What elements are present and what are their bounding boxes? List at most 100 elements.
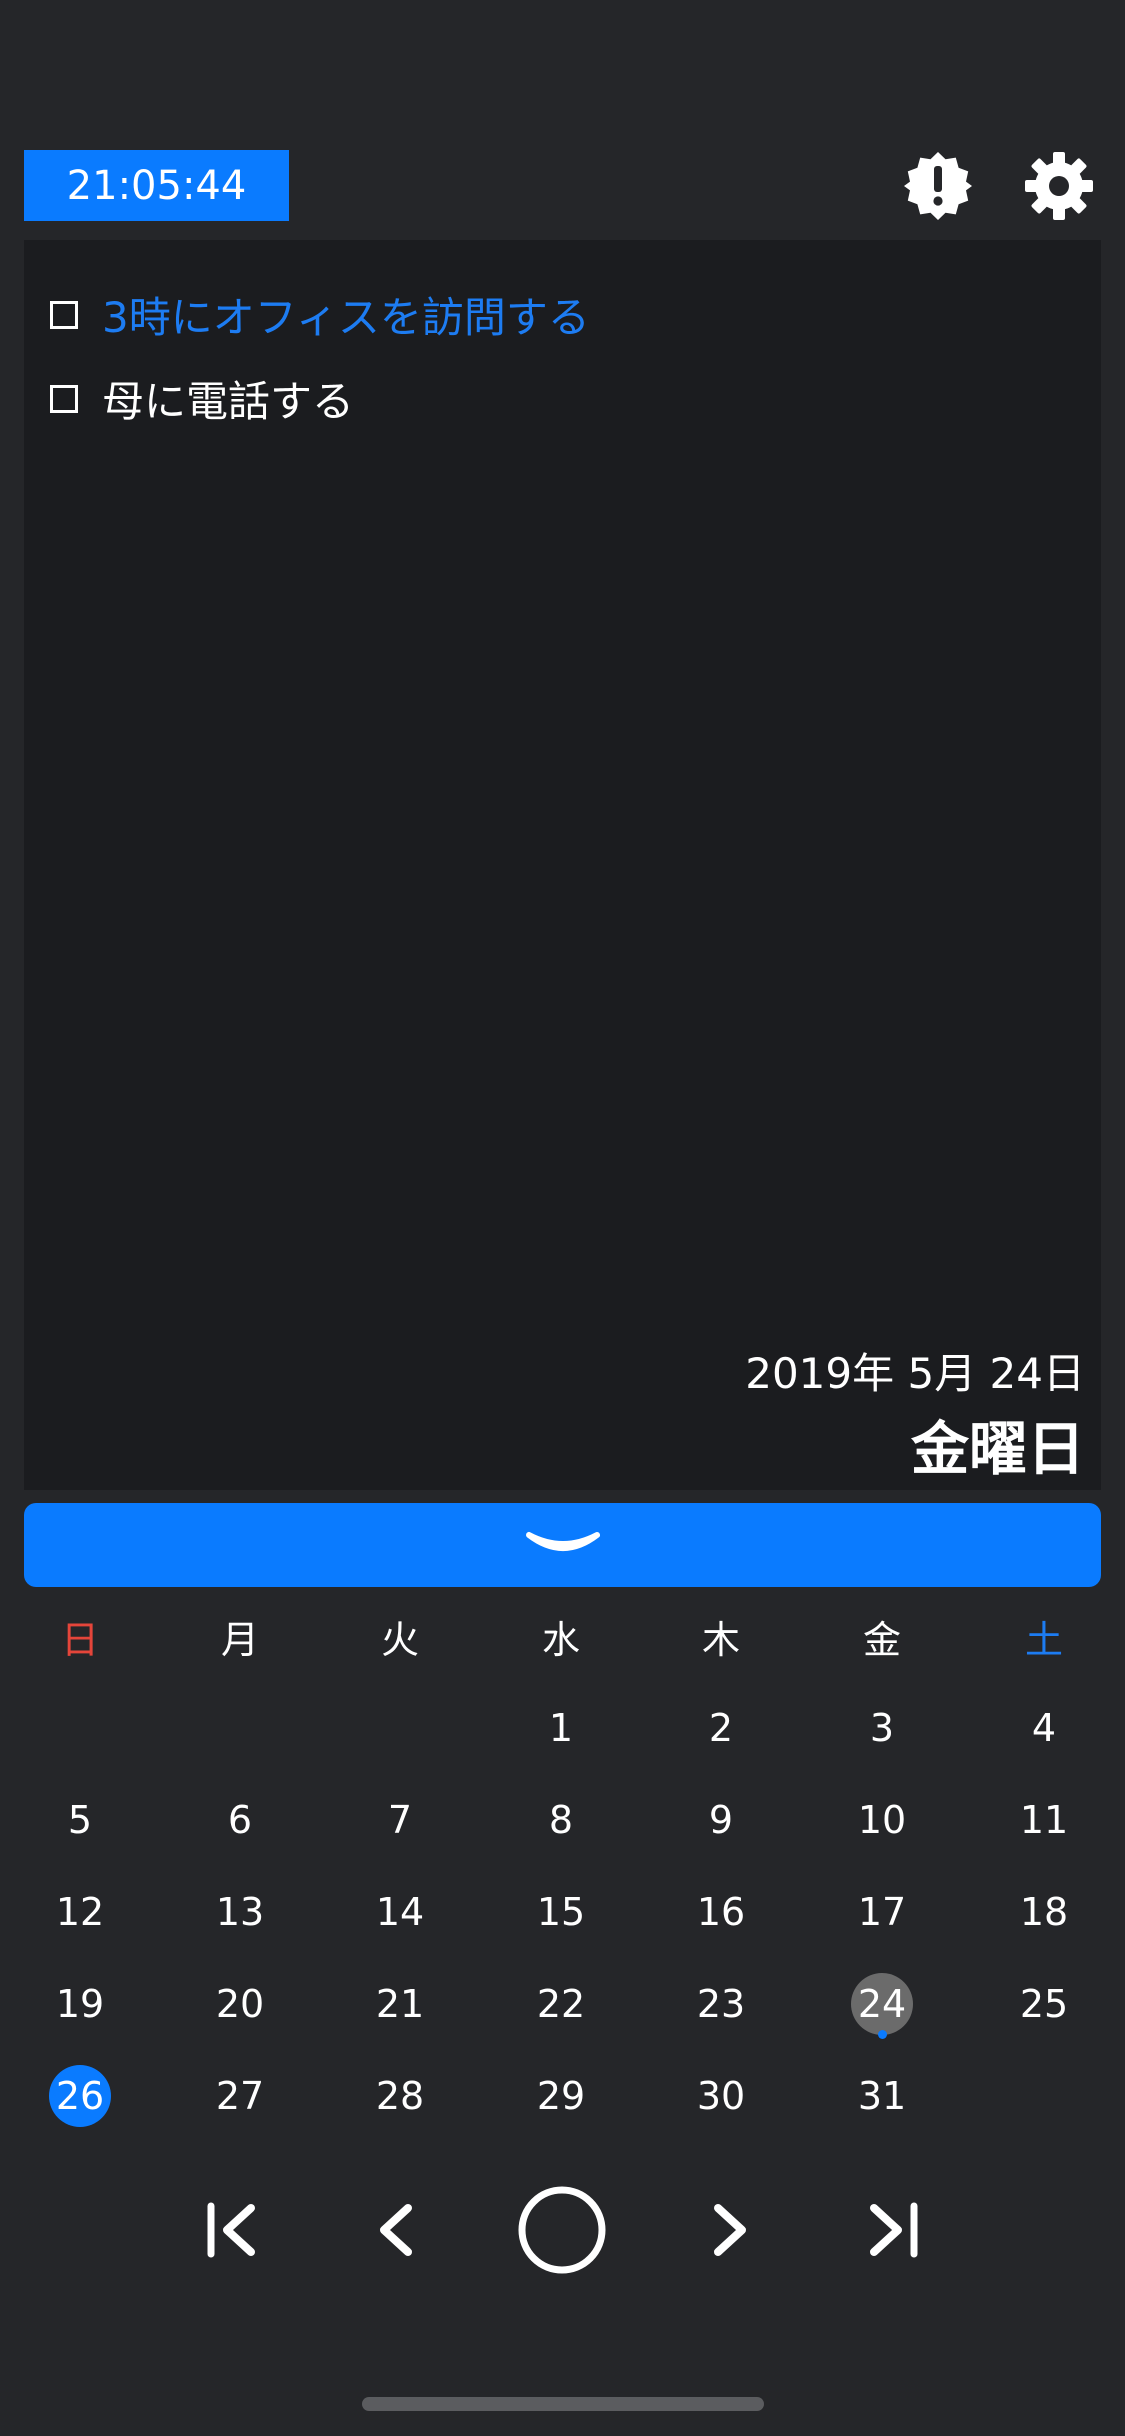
prev-month-button[interactable] [348, 2180, 448, 2280]
day-number: 17 [857, 1890, 907, 1934]
selected-weekday: 金曜日 [910, 1415, 1085, 1483]
first-month-button[interactable] [183, 2180, 283, 2280]
calendar-day[interactable]: 10 [802, 1780, 962, 1860]
calendar-day[interactable]: 30 [641, 2056, 801, 2136]
calendar-day[interactable]: 17 [802, 1872, 962, 1952]
calendar-day[interactable]: 3 [802, 1688, 962, 1768]
day-number: 21 [375, 1982, 425, 2026]
weekday-wed: 水 [541, 1617, 580, 1662]
day-number: 15 [536, 1890, 586, 1934]
calendar-day[interactable]: 6 [160, 1780, 320, 1860]
calendar-week: 26 27 28 29 30 31 [0, 2056, 1125, 2136]
day-number: 20 [215, 1982, 265, 2026]
day-number: 11 [1019, 1798, 1069, 1842]
calendar-day[interactable]: 9 [641, 1780, 801, 1860]
todo-checkbox[interactable] [50, 384, 78, 413]
day-number: 7 [387, 1798, 413, 1842]
calendar-day[interactable]: 16 [641, 1872, 801, 1952]
calendar-day[interactable]: 8 [481, 1780, 641, 1860]
todo-item[interactable]: 3時にオフィスを訪問する [50, 284, 590, 345]
day-number: 5 [67, 1798, 93, 1842]
alert-badge-icon[interactable] [900, 148, 976, 224]
day-number: 27 [215, 2074, 265, 2118]
calendar-day[interactable]: 14 [320, 1872, 480, 1952]
todo-item[interactable]: 母に電話する [50, 368, 354, 429]
clock-display: 21:05:44 [24, 150, 289, 221]
day-number: 2 [708, 1706, 734, 1750]
event-dot [878, 2030, 887, 2039]
day-number: 12 [55, 1890, 105, 1934]
todo-text: 母に電話する [102, 377, 355, 426]
gear-icon[interactable] [1021, 148, 1097, 224]
weekday-thu: 木 [701, 1617, 740, 1662]
circle-today-icon [518, 2186, 606, 2274]
chevron-left-icon [380, 2204, 412, 2256]
calendar-day-selected[interactable]: 24 [802, 1964, 962, 2044]
calendar-day[interactable]: 21 [320, 1964, 480, 2044]
day-number: 1 [548, 1706, 574, 1750]
calendar-day-today[interactable]: 26 [0, 2056, 160, 2136]
last-month-button[interactable] [842, 2180, 942, 2280]
calendar-day[interactable]: 20 [160, 1964, 320, 2044]
calendar-day[interactable]: 12 [0, 1872, 160, 1952]
day-number: 31 [857, 2074, 907, 2118]
selected-date: 2019年 5月 24日 [745, 1349, 1085, 1398]
calendar-day[interactable]: 15 [481, 1872, 641, 1952]
day-number: 4 [1031, 1706, 1057, 1750]
day-number: 16 [696, 1890, 746, 1934]
calendar-day [160, 1688, 320, 1768]
calendar-day[interactable]: 29 [481, 2056, 641, 2136]
calendar-day [0, 1688, 160, 1768]
calendar-day[interactable]: 2 [641, 1688, 801, 1768]
day-number: 13 [215, 1890, 265, 1934]
calendar-day[interactable]: 5 [0, 1780, 160, 1860]
weekday-sun: 日 [60, 1617, 99, 1662]
calendar-day[interactable]: 13 [160, 1872, 320, 1952]
day-number: 23 [696, 1982, 746, 2026]
calendar-week: 12 13 14 15 16 17 18 [0, 1872, 1125, 1952]
chevron-down-icon [525, 1532, 600, 1551]
memo-panel[interactable]: 3時にオフィスを訪問する 母に電話する 2019年 5月 24日 金曜日 [24, 240, 1101, 1490]
calendar-week: 5 6 7 8 9 10 11 [0, 1780, 1125, 1860]
skip-to-last-icon [870, 2202, 918, 2258]
calendar-day[interactable]: 31 [802, 2056, 962, 2136]
calendar-week: 1 2 3 4 [0, 1688, 1125, 1768]
day-number: 9 [708, 1798, 734, 1842]
calendar-day [964, 2056, 1124, 2136]
today-button[interactable] [512, 2180, 612, 2280]
day-number: 18 [1019, 1890, 1069, 1934]
weekday-mon: 月 [220, 1617, 259, 1662]
calendar-day[interactable]: 28 [320, 2056, 480, 2136]
calendar-day[interactable]: 18 [964, 1872, 1124, 1952]
calendar-day [320, 1688, 480, 1768]
day-number: 6 [227, 1798, 253, 1842]
home-indicator[interactable] [362, 2397, 764, 2411]
weekday-sat: 土 [1024, 1617, 1063, 1662]
calendar-day[interactable]: 4 [964, 1688, 1124, 1768]
calendar-week: 19 20 21 22 23 24 25 [0, 1964, 1125, 2044]
calendar-day[interactable]: 19 [0, 1964, 160, 2044]
calendar-day[interactable]: 27 [160, 2056, 320, 2136]
day-number: 10 [857, 1798, 907, 1842]
calendar-weekday-header: 日 月 火 水 木 金 土 [0, 1596, 1125, 1676]
day-number: 14 [375, 1890, 425, 1934]
calendar-day[interactable]: 11 [964, 1780, 1124, 1860]
calendar-day[interactable]: 7 [320, 1780, 480, 1860]
calendar-day[interactable]: 1 [481, 1688, 641, 1768]
skip-to-first-icon [207, 2202, 255, 2258]
day-number: 25 [1019, 1982, 1069, 2026]
day-number: 19 [55, 1982, 105, 2026]
chevron-right-icon [714, 2204, 746, 2256]
next-month-button[interactable] [678, 2180, 778, 2280]
day-number: 30 [696, 2074, 746, 2118]
day-number: 22 [536, 1982, 586, 2026]
calendar-day[interactable]: 22 [481, 1964, 641, 2044]
calendar-day[interactable]: 25 [964, 1964, 1124, 2044]
calendar-day[interactable]: 23 [641, 1964, 801, 2044]
todo-checkbox[interactable] [50, 300, 78, 329]
weekday-fri: 金 [862, 1617, 901, 1662]
collapse-button[interactable] [24, 1503, 1101, 1587]
todo-text: 3時にオフィスを訪問する [102, 293, 590, 342]
day-number: 28 [375, 2074, 425, 2118]
app-screen: 21:05:44 3時にオフィスを訪問する 母に電話する 2019年 5月 24… [0, 0, 1125, 2436]
